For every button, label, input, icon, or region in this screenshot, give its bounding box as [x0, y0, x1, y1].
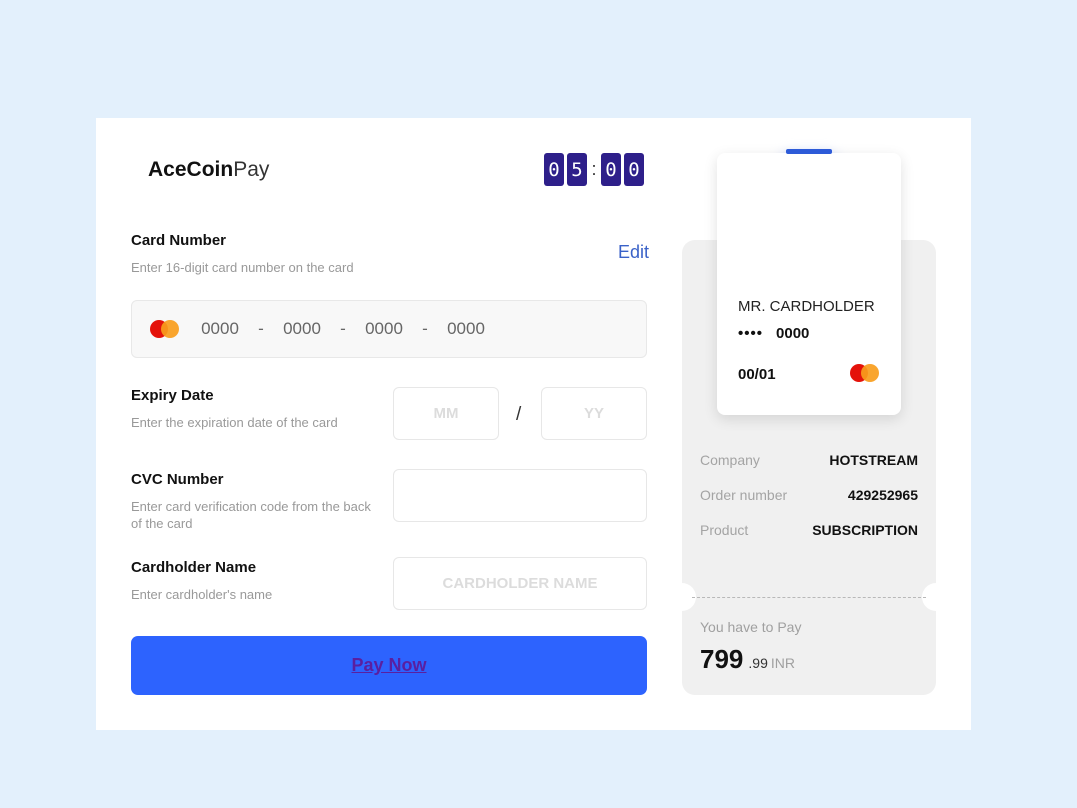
- expiry-separator: /: [516, 404, 522, 425]
- card-number-separator: -: [422, 319, 428, 338]
- card-preview-mask: ••••: [738, 325, 764, 342]
- card-number-group: 0000: [447, 319, 485, 338]
- card-number-description: Enter 16-digit card number on the card: [131, 260, 354, 275]
- summary-value: HOTSTREAM: [829, 452, 918, 468]
- card-number-separator: -: [258, 319, 264, 338]
- card-number-group: 0000: [201, 319, 239, 338]
- summary-row: Order number 429252965: [700, 487, 918, 503]
- pay-amount-label: You have to Pay: [700, 619, 802, 635]
- summary-value: 429252965: [847, 487, 918, 503]
- expiry-year-input[interactable]: YY: [541, 387, 647, 440]
- summary-value: SUBSCRIPTION: [812, 522, 918, 538]
- brand-name-bold: AceCoin: [148, 158, 234, 181]
- card-preview-expiry: 00/01: [738, 366, 776, 383]
- timer-digit: 0: [624, 153, 644, 186]
- pay-amount: 799 .99 INR: [700, 644, 795, 675]
- cardholder-description: Enter cardholder's name: [131, 587, 273, 602]
- expiry-month-input[interactable]: MM: [393, 387, 499, 440]
- brand-name-light: Pay: [233, 158, 270, 181]
- cvc-input[interactable]: [393, 469, 647, 522]
- pay-now-button[interactable]: Pay Now: [131, 636, 647, 695]
- mastercard-icon: [150, 320, 180, 338]
- cvc-description: Enter card verification code from the ba…: [131, 499, 371, 531]
- currency: INR: [770, 655, 795, 671]
- expiry-label: Expiry Date: [131, 387, 214, 404]
- amount-cents: .99: [748, 655, 768, 671]
- ticket-notch: [922, 583, 950, 611]
- expiry-description: Enter the expiration date of the card: [131, 415, 338, 430]
- timer-digit: 0: [544, 153, 564, 186]
- card-preview: MR. CARDHOLDER •••• 0000 00/01: [717, 153, 901, 415]
- amount-whole: 799: [700, 644, 744, 674]
- brand-logo: AceCoinPay: [148, 158, 269, 182]
- card-number-separator: -: [340, 319, 346, 338]
- card-number-input[interactable]: 0000 - 0000 - 0000 - 0000: [131, 300, 647, 358]
- summary-key: Product: [700, 522, 749, 538]
- card-preview-name: MR. CARDHOLDER: [738, 298, 875, 315]
- ticket-divider: [692, 597, 926, 598]
- timer-digit: 5: [567, 153, 587, 186]
- card-number-group: 0000: [283, 319, 321, 338]
- summary-row: Company HOTSTREAM: [700, 452, 918, 468]
- payment-panel: AceCoinPay 0 5 : 0 0 Card Number Enter 1…: [96, 118, 971, 730]
- summary-key: Order number: [700, 487, 788, 503]
- card-preview-last4: 0000: [776, 325, 810, 342]
- timer-separator: :: [591, 159, 597, 179]
- countdown-timer: 0 5 : 0 0: [544, 153, 644, 186]
- cvc-label: CVC Number: [131, 471, 224, 488]
- card-number-label: Card Number: [131, 232, 227, 249]
- summary-key: Company: [700, 452, 760, 468]
- summary-row: Product SUBSCRIPTION: [700, 522, 918, 538]
- timer-digit: 0: [601, 153, 621, 186]
- cardholder-name-input[interactable]: CARDHOLDER NAME: [393, 557, 647, 610]
- card-number-group: 0000: [365, 319, 403, 338]
- card-slot-bar: [786, 149, 832, 154]
- cardholder-label: Cardholder Name: [131, 559, 257, 576]
- mastercard-icon: [850, 364, 880, 382]
- card-preview-number: •••• 0000: [738, 325, 809, 342]
- edit-button[interactable]: Edit: [618, 242, 649, 263]
